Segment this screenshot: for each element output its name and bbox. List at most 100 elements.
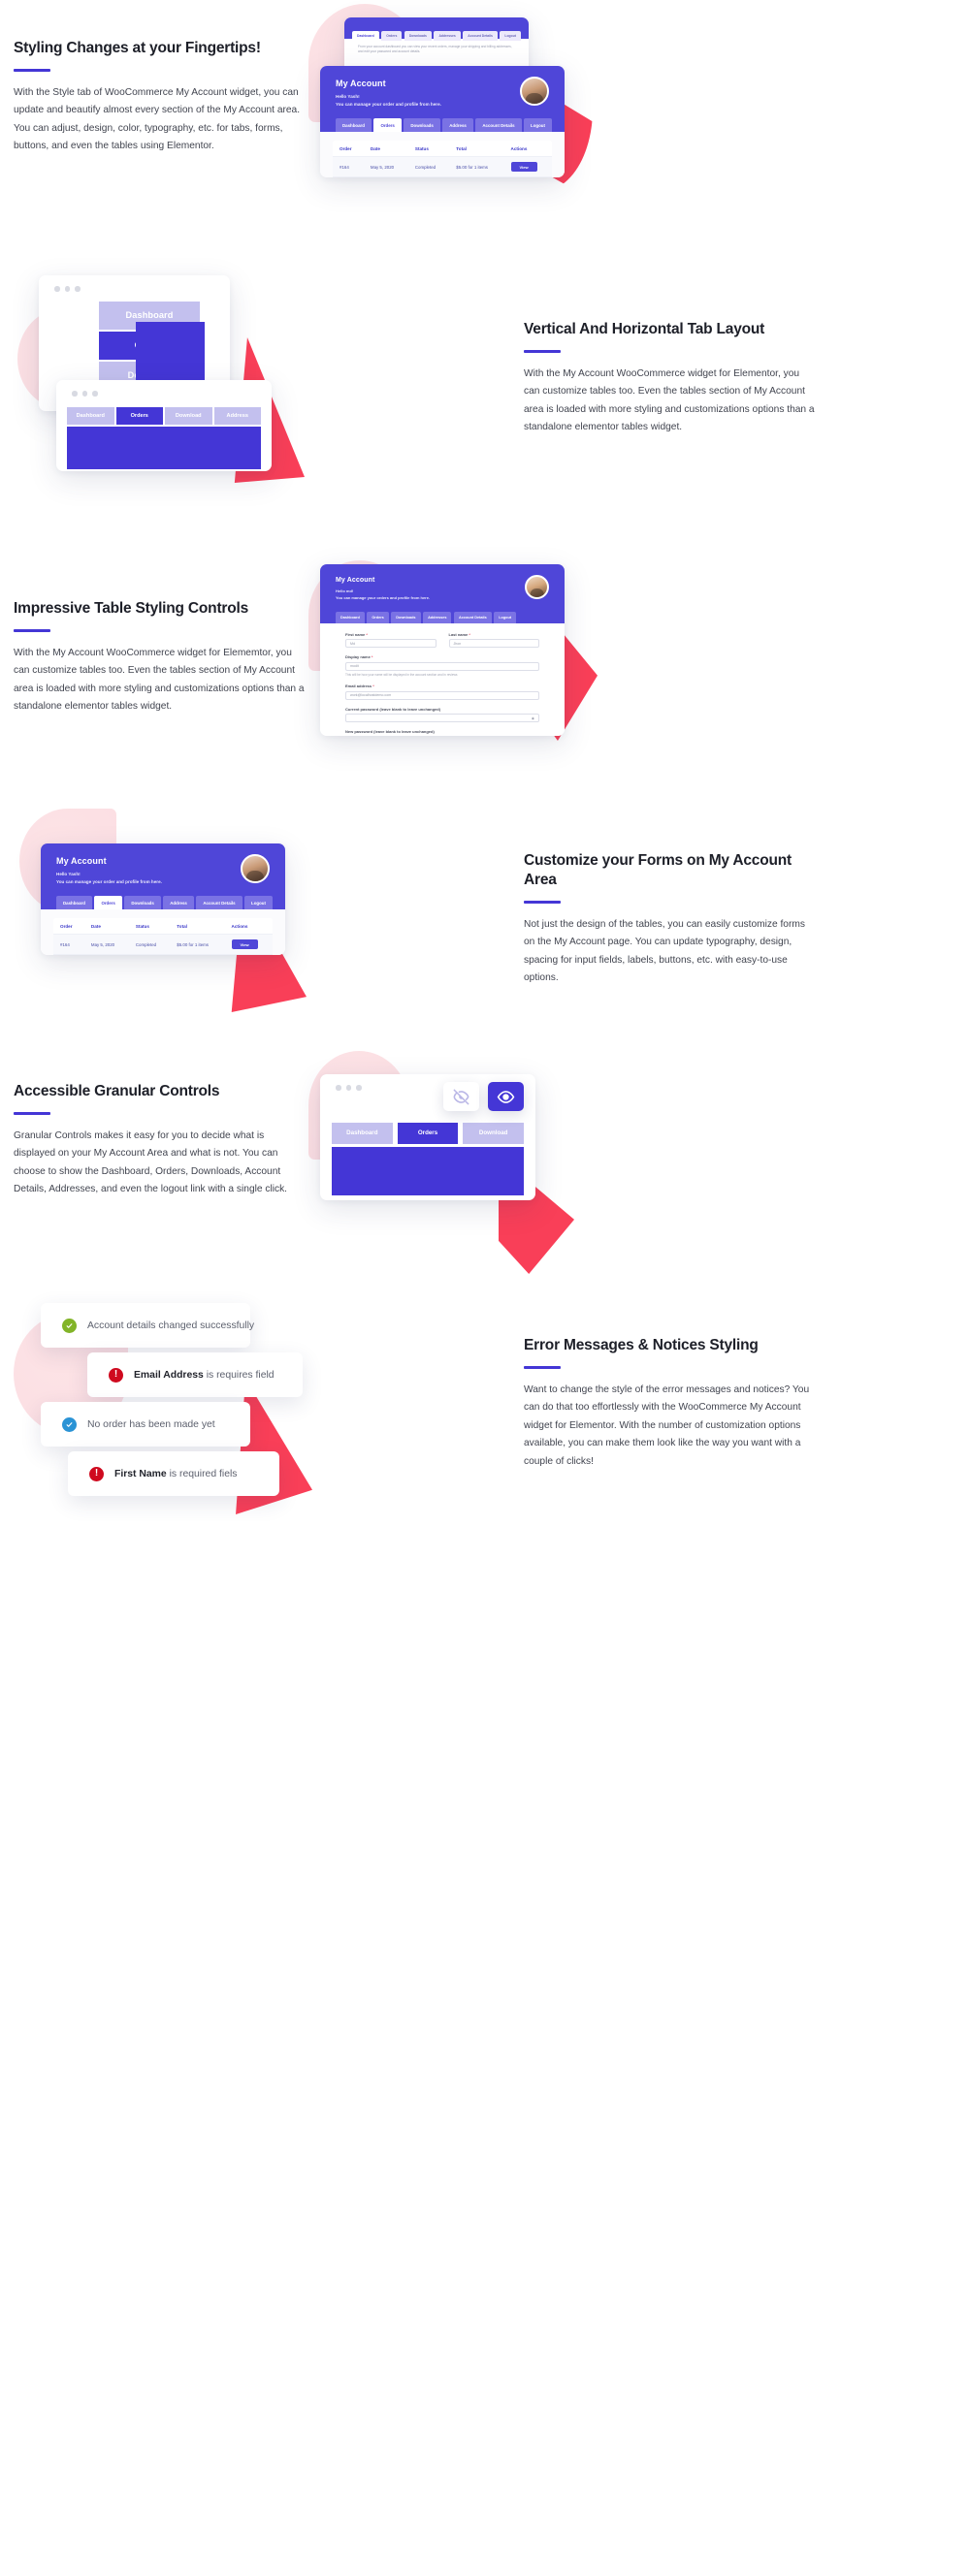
section-body: Granular Controls makes it easy for you … xyxy=(14,1129,288,1195)
account-tab-dashboard[interactable]: Dashboard xyxy=(56,896,92,909)
back-tab-2[interactable]: Downloads xyxy=(404,31,432,41)
form-tab-account-details[interactable]: Account Details xyxy=(453,612,492,623)
label-last-name: Last name xyxy=(448,631,469,637)
show-toggle-button[interactable] xyxy=(488,1082,524,1111)
account-greeting: Hello Yash! xyxy=(336,94,360,99)
form-subtitle: You can manage your orders and profile f… xyxy=(336,595,431,601)
account-tabs[interactable]: Dashboard Orders Downloads Address Accou… xyxy=(56,896,273,909)
account-tab-orders[interactable]: Orders xyxy=(373,118,402,132)
required-mark: * xyxy=(372,684,374,689)
back-tab-5[interactable]: Logout xyxy=(500,31,521,41)
account-tab-address[interactable]: Address xyxy=(442,118,473,132)
form-tab-orders[interactable]: Orders xyxy=(367,612,389,623)
dot-green xyxy=(92,391,98,397)
col-actions: Actions xyxy=(224,918,273,935)
notice-info-order: No order has been made yet xyxy=(41,1402,250,1447)
hint-display-name: This will be how your name will be displ… xyxy=(345,673,458,678)
account-tab-downloads[interactable]: Downloads xyxy=(404,118,440,132)
page-title: Impressive Table Styling Controls xyxy=(14,600,249,617)
gtab-dashboard[interactable]: Dashboard xyxy=(332,1122,393,1144)
account-tab-orders[interactable]: Orders xyxy=(94,896,122,909)
back-card-note: From your account dashboard you can view… xyxy=(358,45,512,53)
back-tab-0[interactable]: Dashboard xyxy=(352,31,379,41)
account-tab-logout[interactable]: Logout xyxy=(524,118,552,132)
field-email: Email address * work@localhostdemo.com xyxy=(345,684,539,700)
back-tab-4[interactable]: Account Details xyxy=(463,31,498,41)
section-table-styling: My Account Hello md! You can manage your… xyxy=(0,543,970,814)
account-subtitle: You can manage your order and profile fr… xyxy=(336,102,441,108)
account-tab-dashboard[interactable]: Dashboard xyxy=(336,118,372,132)
account-tab-address[interactable]: Address xyxy=(163,896,194,909)
account-tab-account-details[interactable]: Account Details xyxy=(196,896,242,909)
granular-tab-list[interactable]: Dashboard Orders Download xyxy=(332,1122,525,1144)
dot-yellow xyxy=(81,391,87,397)
cell-actions: View xyxy=(224,933,273,955)
notice-success: Account details changed successfully xyxy=(41,1303,254,1348)
cell-date: May 5, 2020 xyxy=(363,155,408,177)
gtab-download[interactable]: Download xyxy=(463,1122,525,1144)
section-granular-controls: Dashboard Orders Download Accessible Gra… xyxy=(0,1028,970,1299)
notice-field-name: Email Address xyxy=(134,1369,204,1381)
cell-total: $5.00 for 1 items xyxy=(170,933,225,955)
htab-download[interactable]: Download xyxy=(165,406,212,425)
section-body: With the Style tab of WooCommerce My Acc… xyxy=(14,86,301,152)
notice-error-first-name: ! First Name is required fiels xyxy=(68,1451,279,1496)
input-display-name[interactable]: modit xyxy=(345,661,539,671)
gtab-orders[interactable]: Orders xyxy=(397,1122,459,1144)
form-tab-downloads[interactable]: Downloads xyxy=(391,612,421,623)
cell-actions: View xyxy=(503,155,552,177)
horizontal-tab-panel xyxy=(67,426,261,469)
input-first-name[interactable]: Md xyxy=(345,639,436,649)
avatar xyxy=(525,575,549,599)
view-button[interactable]: View xyxy=(510,162,537,173)
value-last-name: Jhon xyxy=(453,641,462,646)
account-tab-account-details[interactable]: Account Details xyxy=(475,118,522,132)
label-first-name: First name xyxy=(345,631,366,637)
notice-error-email: ! Email Address is requires field xyxy=(87,1352,303,1397)
input-email[interactable]: work@localhostdemo.com xyxy=(345,690,539,700)
hide-toggle-button[interactable] xyxy=(443,1082,479,1111)
eye-off-icon xyxy=(453,1089,469,1104)
cell-order: #164 xyxy=(53,933,84,955)
notice-text: No order has been made yet xyxy=(87,1418,215,1430)
horizontal-tab-list[interactable]: Dashboard Orders Download Address xyxy=(67,406,261,425)
col-actions: Actions xyxy=(503,141,552,157)
back-tab-3[interactable]: Addresses xyxy=(434,31,461,41)
value-display-name: modit xyxy=(350,664,359,669)
account-title: My Account xyxy=(56,856,107,866)
form-tabs[interactable]: Dashboard Orders Downloads Addresses Acc… xyxy=(336,612,549,623)
page-title: Error Messages & Notices Styling xyxy=(524,1337,759,1353)
view-button[interactable]: View xyxy=(231,939,258,950)
htab-orders[interactable]: Orders xyxy=(115,406,163,425)
col-order: Order xyxy=(333,141,364,157)
forms-text: Customize your Forms on My Account Area … xyxy=(524,851,815,988)
dot-red xyxy=(336,1085,341,1091)
value-email: work@localhostdemo.com xyxy=(350,693,392,698)
dot-green xyxy=(75,286,81,292)
form-tab-addresses[interactable]: Addresses xyxy=(423,612,452,623)
account-tab-logout[interactable]: Logout xyxy=(244,896,273,909)
input-current-password[interactable]: ◉ xyxy=(345,714,539,723)
account-card-secondary: My Account Hello Yash! You can manage yo… xyxy=(41,843,285,955)
account-form-card: My Account Hello md! You can manage your… xyxy=(320,564,565,736)
section-forms: My Account Hello Yash! You can manage yo… xyxy=(0,795,970,1066)
account-tab-downloads[interactable]: Downloads xyxy=(124,896,161,909)
col-order: Order xyxy=(53,918,84,935)
form-tab-dashboard[interactable]: Dashboard xyxy=(336,612,365,623)
form-tab-logout[interactable]: Logout xyxy=(494,612,517,623)
htab-address[interactable]: Address xyxy=(213,406,261,425)
eye-icon xyxy=(497,1090,515,1103)
section-notices: Account details changed successfully ! E… xyxy=(0,1280,970,1571)
cell-total: $5.00 for 1 items xyxy=(449,155,504,177)
back-card-tabs[interactable]: Dashboard Orders Downloads Addresses Acc… xyxy=(352,31,529,41)
input-last-name[interactable]: Jhon xyxy=(448,639,539,649)
back-tab-1[interactable]: Orders xyxy=(381,31,403,41)
notice-field-name: First Name xyxy=(114,1468,167,1479)
col-total: Total xyxy=(170,918,225,935)
eye-icon[interactable]: ◉ xyxy=(532,716,534,720)
label-display-name: Display name xyxy=(345,654,371,660)
page-title: Customize your Forms on My Account Area xyxy=(524,852,792,889)
account-tabs[interactable]: Dashboard Orders Downloads Address Accou… xyxy=(336,118,552,132)
htab-dashboard[interactable]: Dashboard xyxy=(67,406,114,425)
col-date: Date xyxy=(363,141,408,157)
